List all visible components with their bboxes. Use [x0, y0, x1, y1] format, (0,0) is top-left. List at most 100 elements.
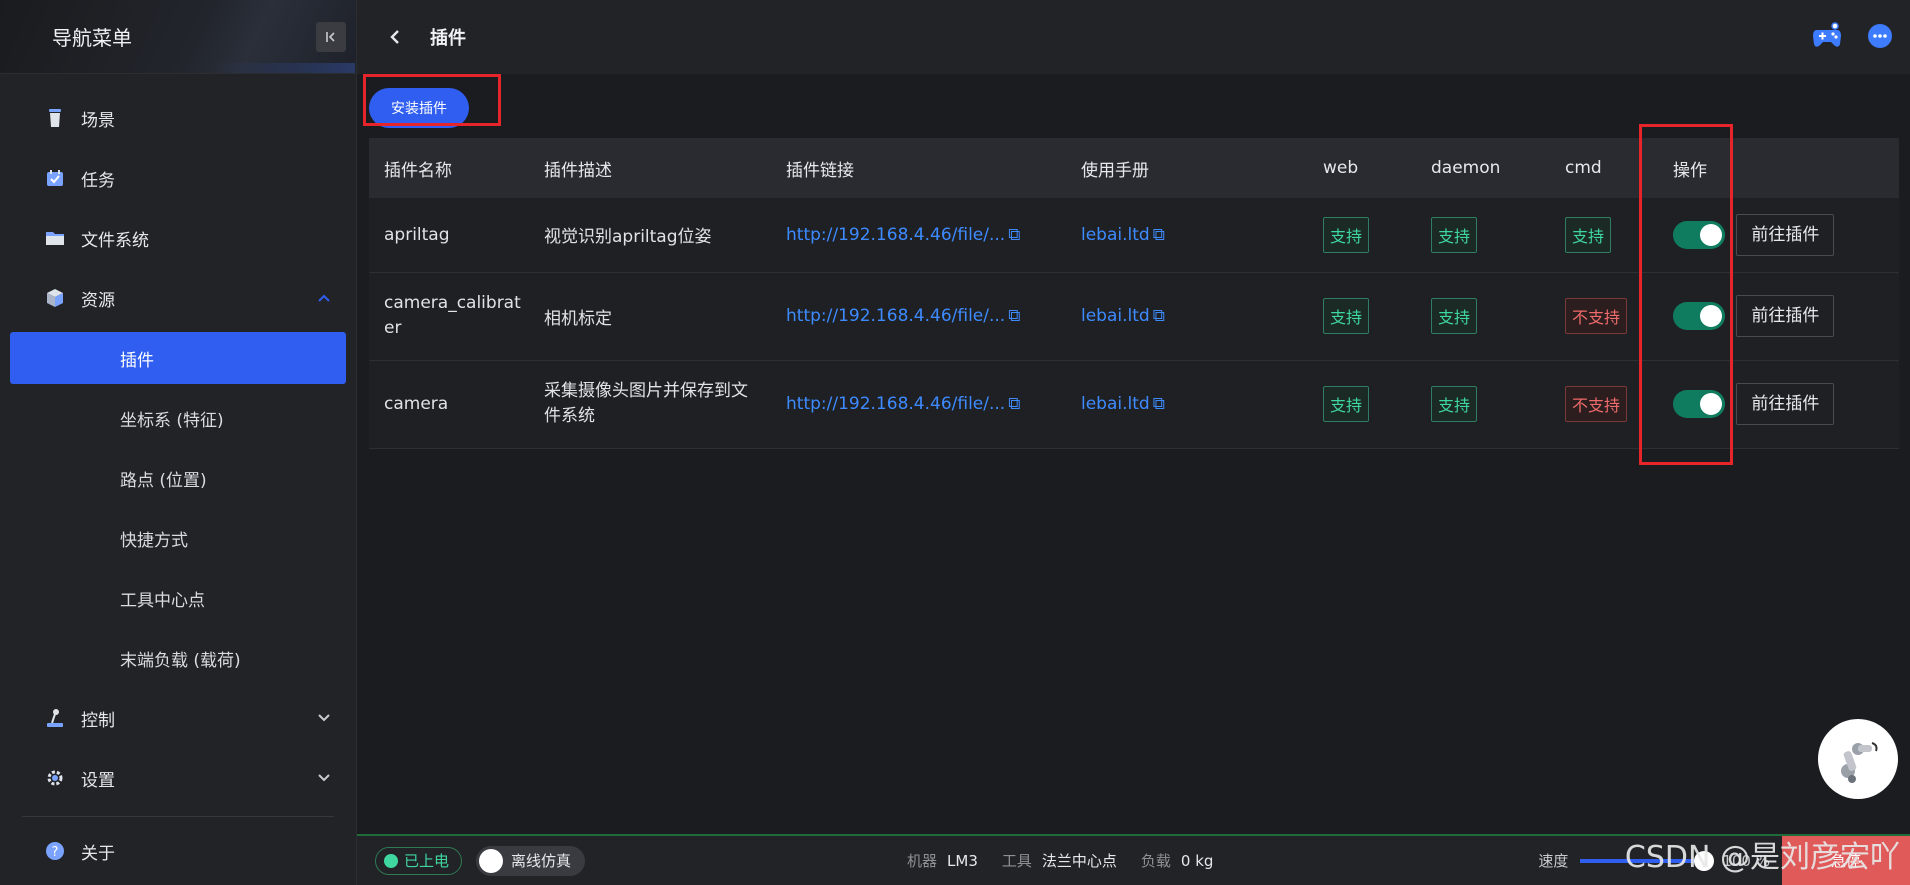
sidebar-item-scene[interactable]: 场景	[0, 88, 356, 148]
topbar: 插件	[357, 0, 1910, 74]
plugin-name: apriltag	[369, 198, 529, 273]
plugin-name: camera_calibrat er	[369, 272, 529, 361]
plugin-link[interactable]: http://192.168.4.46/file/... ⧉	[786, 306, 1020, 326]
chevron-left-icon	[390, 30, 399, 44]
sidebar-subitem-coordinate[interactable]: 坐标系 (特征)	[0, 388, 356, 448]
sidebar-item-label: 控制	[81, 710, 115, 731]
sidebar-item-control[interactable]: 控制	[0, 688, 356, 748]
top-icons	[1812, 22, 1894, 54]
copy-icon[interactable]: ⧉	[1153, 394, 1165, 414]
cmd-support-badge: 支持	[1565, 216, 1612, 253]
copy-icon[interactable]: ⧉	[1008, 394, 1020, 414]
plugin-desc: 采集摄像头图片并保存到文件系统	[529, 360, 771, 449]
sidebar-header: 导航菜单	[0, 0, 356, 74]
sidebar-title: 导航菜单	[52, 26, 132, 50]
cube-icon	[45, 288, 65, 308]
sidebar-subitem-plugins[interactable]: 插件	[10, 332, 346, 384]
manual-link[interactable]: lebai.ltd ⧉	[1081, 225, 1165, 245]
goto-plugin-button[interactable]: 前往插件	[1736, 295, 1835, 337]
back-button[interactable]	[365, 29, 425, 45]
collapse-sidebar-button[interactable]	[316, 21, 346, 52]
robot-value: LM3	[947, 851, 978, 870]
column-header: 使用手册	[1066, 138, 1308, 198]
gamepad-icon[interactable]	[1812, 22, 1842, 54]
sidebar-item-label: 场景	[81, 110, 115, 131]
plugin-desc: 视觉识别apriltag位姿	[529, 198, 771, 273]
robot-arm-icon	[1841, 742, 1878, 783]
divider	[22, 816, 334, 817]
robot-info: 机器 LM3 工具 法兰中心点 负载 0 kg	[907, 850, 1227, 871]
tool-value: 法兰中心点	[1041, 852, 1117, 870]
sidebar-nav: 场景 任务 文件系统 资源 插件 坐标系 (特征) 路点 (位置) 快捷方式 工…	[0, 74, 356, 877]
cmd-support-badge: 不支持	[1565, 386, 1628, 422]
copy-icon[interactable]: ⧉	[1153, 225, 1165, 245]
sidebar-item-label: 资源	[81, 290, 115, 311]
offline-sim-toggle[interactable]: 离线仿真	[476, 845, 586, 876]
load-value: 0 kg	[1180, 851, 1214, 870]
sidebar-item-about[interactable]: ? 关于	[0, 825, 356, 877]
sidebar-item-label: 设置	[81, 770, 115, 791]
plugin-name: camera	[369, 360, 529, 449]
chevron-down-icon	[317, 768, 331, 788]
sidebar-item-label: 关于	[81, 843, 115, 864]
page-title: 插件	[430, 28, 466, 49]
power-status-label: 已上电	[404, 852, 450, 870]
web-support-badge: 支持	[1323, 298, 1370, 334]
gear-icon	[45, 768, 65, 788]
sidebar-item-task[interactable]: 任务	[0, 148, 356, 208]
sidebar-item-resources[interactable]: 资源	[0, 268, 356, 328]
daemon-support-badge: 支持	[1431, 216, 1478, 253]
sidebar-item-settings[interactable]: 设置	[0, 748, 356, 808]
folder-icon	[45, 228, 65, 248]
robot-assistant-button[interactable]	[1818, 719, 1898, 799]
copy-icon[interactable]: ⧉	[1008, 225, 1020, 245]
copy-icon[interactable]: ⧉	[1153, 306, 1165, 326]
sidebar-subitem-payload[interactable]: 末端负载 (载荷)	[0, 628, 356, 688]
collapse-icon	[326, 31, 335, 42]
sidebar-item-filesystem[interactable]: 文件系统	[0, 208, 356, 268]
goto-plugin-button[interactable]: 前往插件	[1736, 383, 1835, 425]
power-status-badge[interactable]: 已上电	[375, 846, 463, 875]
load-label: 负载	[1140, 852, 1171, 870]
watermark: CSDN @是刘彦宏吖	[1624, 840, 1900, 875]
column-header: web	[1308, 138, 1416, 198]
column-header: 插件名称	[369, 138, 529, 198]
sidebar-subitem-tcp[interactable]: 工具中心点	[0, 568, 356, 628]
column-header: 插件描述	[529, 138, 771, 198]
sidebar-subitem-waypoints[interactable]: 路点 (位置)	[0, 448, 356, 508]
tool-label: 工具	[1001, 852, 1032, 870]
goto-plugin-button[interactable]: 前往插件	[1736, 213, 1835, 256]
daemon-support-badge: 支持	[1431, 386, 1478, 422]
web-support-badge: 支持	[1323, 386, 1370, 422]
help-icon: ?	[45, 841, 65, 861]
cmd-support-badge: 不支持	[1565, 298, 1628, 334]
joystick-icon	[45, 708, 65, 728]
sidebar-subitem-shortcuts[interactable]: 快捷方式	[0, 508, 356, 568]
main-content: 安装插件 插件名称 插件描述 插件链接 使用手册 web daemon cmd …	[357, 74, 1910, 834]
sidebar-item-label: 任务	[81, 170, 115, 191]
plugin-desc: 相机标定	[529, 272, 771, 361]
status-dot-icon	[384, 853, 398, 868]
column-header: daemon	[1416, 138, 1550, 198]
chevron-down-icon	[317, 708, 331, 728]
chat-icon[interactable]	[1866, 22, 1894, 54]
highlight-install	[363, 74, 501, 126]
svg-text:?: ?	[52, 845, 59, 860]
robot-label: 机器	[907, 852, 938, 870]
highlight-actions	[1639, 124, 1733, 465]
switch-knob	[479, 848, 504, 873]
daemon-support-badge: 支持	[1431, 298, 1478, 334]
manual-link[interactable]: lebai.ltd ⧉	[1081, 394, 1165, 414]
plugin-link[interactable]: http://192.168.4.46/file/... ⧉	[786, 394, 1020, 414]
task-icon	[45, 168, 65, 188]
speed-label: 速度	[1538, 852, 1569, 870]
cup-icon	[45, 108, 65, 128]
chevron-up-icon	[317, 288, 331, 308]
copy-icon[interactable]: ⧉	[1008, 306, 1020, 326]
column-header: 插件链接	[771, 138, 1066, 198]
offline-sim-label: 离线仿真	[511, 852, 572, 870]
plugin-link[interactable]: http://192.168.4.46/file/... ⧉	[786, 225, 1020, 245]
sidebar: 导航菜单 场景 任务 文件系统 资源 插件 坐标系 (特征) 路点 (位置) 快…	[0, 0, 357, 885]
web-support-badge: 支持	[1323, 216, 1370, 253]
manual-link[interactable]: lebai.ltd ⧉	[1081, 306, 1165, 326]
